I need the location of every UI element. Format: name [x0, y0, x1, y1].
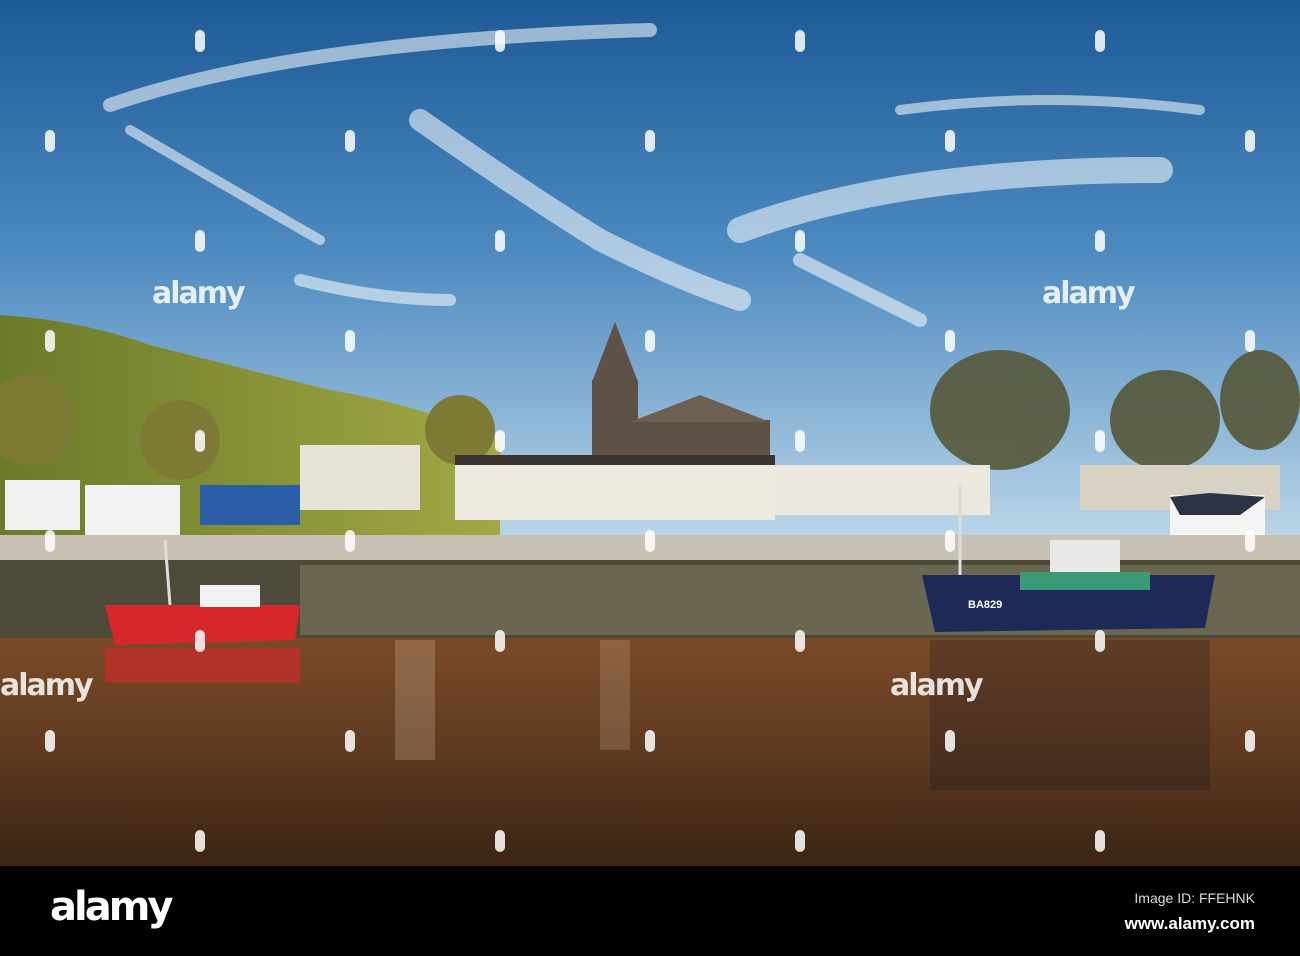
watermark-dot [495, 830, 505, 852]
watermark-dot [795, 230, 805, 252]
watermark: alamy [152, 276, 246, 311]
alamy-logo: alamy [50, 884, 173, 930]
watermark-dot [495, 30, 505, 52]
watermark-dot [1095, 30, 1105, 52]
watermark-dot [795, 630, 805, 652]
watermark-dot [795, 430, 805, 452]
watermark: alamy [0, 668, 94, 703]
watermark-dot [345, 130, 355, 152]
watermark-dot [195, 630, 205, 652]
watermark-dot [45, 730, 55, 752]
watermark-dot [195, 30, 205, 52]
watermark-dot [1245, 330, 1255, 352]
watermark-dot [945, 530, 955, 552]
watermark-dot [945, 730, 955, 752]
watermark-dot [795, 30, 805, 52]
watermark-dot [645, 330, 655, 352]
boat-registration: BA829 [968, 599, 1002, 611]
watermark-dot [195, 430, 205, 452]
watermark-dot [195, 830, 205, 852]
watermark-dot [195, 230, 205, 252]
watermark-dot [45, 530, 55, 552]
footer-bar: alamy Image ID: FFEHNK www.alamy.com [0, 866, 1300, 956]
watermark-dot [945, 130, 955, 152]
watermark-dot [945, 330, 955, 352]
watermark-dot [495, 430, 505, 452]
watermark-dot [45, 130, 55, 152]
watermark-dot [1245, 530, 1255, 552]
image-id: Image ID: FFEHNK [1134, 890, 1255, 906]
site-url[interactable]: www.alamy.com [1125, 914, 1255, 934]
watermark-dot [1245, 130, 1255, 152]
watermark-dot [45, 330, 55, 352]
watermark-dot [495, 630, 505, 652]
watermark: alamy [890, 668, 984, 703]
watermark-dot [1095, 230, 1105, 252]
watermark-dot [645, 130, 655, 152]
watermark-dot [1095, 430, 1105, 452]
watermark-dot [345, 530, 355, 552]
watermark-dot [1245, 730, 1255, 752]
watermark-dot [1095, 630, 1105, 652]
watermark-dot [495, 230, 505, 252]
watermark-dot [645, 730, 655, 752]
watermark: alamy [1042, 276, 1136, 311]
watermark-dot [345, 730, 355, 752]
watermark-dot [345, 330, 355, 352]
watermark-dot [1095, 830, 1105, 852]
watermark-dot [645, 530, 655, 552]
watermark-dot [795, 830, 805, 852]
